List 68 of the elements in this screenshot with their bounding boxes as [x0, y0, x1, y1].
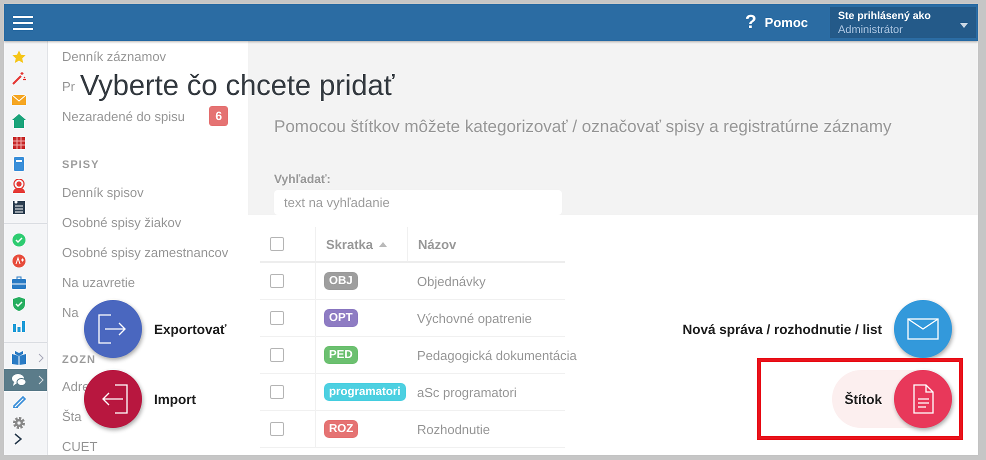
section-heading: ZOZN	[62, 354, 96, 366]
menu-item[interactable]: Pr	[62, 78, 75, 94]
menu-item[interactable]: Osobné spisy žiakov	[62, 214, 182, 230]
open-book-icon	[12, 351, 26, 366]
checkbox[interactable]	[270, 422, 284, 436]
menu-icon	[13, 14, 33, 30]
chat-bubbles-icon	[12, 372, 26, 387]
table-cell: Pedagogická dokumentácia	[417, 348, 577, 362]
table-cell: aSc programatori	[417, 384, 517, 400]
user-name: Administrátor	[838, 24, 903, 36]
table-cell: Objednávky	[417, 274, 486, 288]
tag: OBJ	[324, 272, 358, 290]
shield-check-icon	[12, 297, 26, 312]
action-label[interactable]: Nová správa / rozhodnutie / list	[682, 322, 882, 336]
book-icon	[12, 157, 26, 172]
tag: PED	[324, 346, 358, 364]
table-cell: Výchovné opatrenie	[417, 310, 532, 326]
tag: OPT	[324, 309, 358, 327]
chevron-icon	[38, 353, 44, 364]
help-icon[interactable]: ?	[745, 12, 757, 34]
search-field[interactable]: text na vyhľadanie	[274, 190, 562, 215]
gear-icon	[12, 416, 26, 430]
column-header[interactable]: Skratka	[326, 236, 373, 252]
checkbox[interactable]	[270, 348, 284, 362]
magic-wand-icon	[12, 71, 26, 86]
menu-item[interactable]: Osobné spisy zamestnancov	[62, 244, 228, 260]
checkbox[interactable]	[270, 237, 284, 251]
dialog-title: Vyberte čo chcete pridať	[80, 70, 394, 103]
menu-item[interactable]: Nezaradené do spisu	[62, 108, 185, 124]
menu-item[interactable]: Na uzavretie	[62, 274, 135, 290]
menu-item[interactable]: Denník spisov	[62, 184, 144, 200]
menu-item[interactable]: Na	[62, 304, 79, 320]
briefcase-icon	[12, 276, 26, 290]
action-label[interactable]: Exportovať	[154, 322, 226, 336]
person-icon	[12, 178, 26, 193]
envelope-icon	[12, 92, 26, 107]
table-cell: Rozhodnutie	[417, 422, 490, 436]
chevron-icon[interactable]	[14, 432, 22, 444]
sort-arrow-icon	[378, 242, 387, 246]
caret-icon	[960, 23, 968, 28]
action-label[interactable]: Štítok	[844, 392, 882, 406]
menu-item[interactable]: CUET	[62, 438, 98, 454]
tag: ROZ	[324, 420, 358, 438]
user-menu[interactable]: Ste prihlásený ako Administrátor	[830, 7, 976, 38]
checkbox[interactable]	[270, 385, 284, 399]
house-icon	[12, 114, 26, 128]
tag: programatori	[324, 383, 406, 401]
menu-item[interactable]: Šta	[62, 408, 82, 424]
checkbox[interactable]	[270, 274, 284, 288]
page-description: Pomocou štítkov môžete kategorizovať / označovať spisy a registratúrne záznamy	[274, 117, 892, 137]
clipboard-icon	[12, 200, 26, 214]
pencil-icon	[12, 394, 26, 408]
column-header[interactable]: Názov	[418, 236, 456, 252]
grade-circle-icon	[12, 254, 26, 268]
checkbox[interactable]	[270, 311, 284, 325]
login-caption: Ste prihlásený ako	[838, 10, 931, 22]
bar-chart-icon	[12, 318, 26, 333]
help-link[interactable]: Pomoc	[764, 15, 808, 30]
label-button[interactable]	[894, 370, 952, 428]
menu-item[interactable]: Denník záznamov	[62, 48, 166, 64]
star-icon	[12, 50, 26, 64]
chevron-icon	[38, 374, 44, 385]
count-badge: 6	[209, 106, 228, 126]
check-circle-icon	[12, 232, 26, 247]
section-heading: SPISY	[62, 159, 100, 171]
search-label: Vyhľadať:	[274, 172, 331, 186]
calendar-icon	[12, 136, 26, 150]
action-label[interactable]: Import	[154, 392, 196, 406]
